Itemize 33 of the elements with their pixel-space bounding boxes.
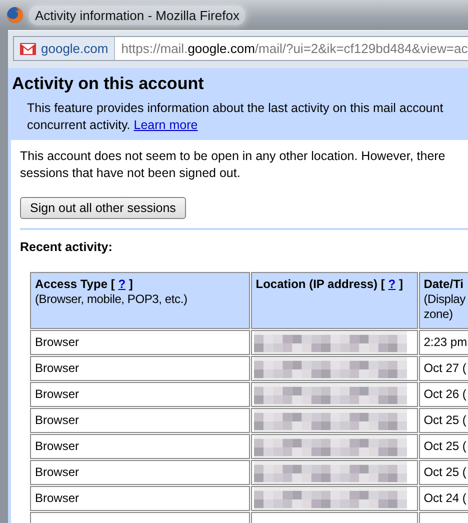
table-cell: Oct 25 (	[418, 460, 468, 485]
feature-description: This feature provides information about the last activity on this mail account concurrent activity. Learn more	[26, 100, 444, 134]
table-cell: Oct 24 (	[418, 486, 468, 511]
table-cell: Browser	[30, 330, 250, 355]
sign-out-button[interactable]: Sign out all other sessions	[20, 197, 186, 219]
column-title: Access Type	[35, 277, 108, 291]
table-cell: Browser	[30, 382, 250, 407]
table-cell: Oct 25 (	[418, 434, 468, 459]
column-subtitle: (Display zone)	[424, 292, 466, 322]
session-notice: This account does not seem to be open in any other location. However, there sessions that have not been signed out.	[20, 148, 446, 182]
column-subtitle: (Browser, mobile, POP3, etc.)	[35, 292, 188, 307]
learn-more-link[interactable]: Learn more	[134, 118, 198, 132]
page-title: Activity on this account	[12, 74, 205, 94]
table-cell: Browser	[30, 434, 250, 459]
bracket: [	[110, 277, 115, 291]
table-cell: Oct 26 (	[418, 382, 468, 407]
section-heading: Recent activity:	[20, 240, 114, 254]
bracket: ]	[128, 277, 133, 291]
table-cell: 2:23 pm	[418, 330, 468, 355]
table-cell: Browser	[30, 460, 250, 485]
firefox-icon	[6, 6, 24, 24]
column-title: Date/Ti	[424, 277, 464, 291]
column-title: Location (IP address)	[256, 277, 378, 291]
table-cell: Browser	[30, 486, 250, 511]
table-cell: Oct 27 (	[418, 356, 468, 381]
bracket: ]	[398, 277, 403, 291]
bracket: [	[380, 277, 385, 291]
help-link[interactable]: ?	[118, 277, 126, 291]
table-cell: Oct 25 (	[418, 408, 468, 433]
window-title: Activity information - Mozilla Firefox	[29, 6, 246, 24]
table-cell: Browser	[30, 408, 250, 433]
table-cell: Browser	[30, 356, 250, 381]
help-link[interactable]: ?	[388, 277, 396, 291]
